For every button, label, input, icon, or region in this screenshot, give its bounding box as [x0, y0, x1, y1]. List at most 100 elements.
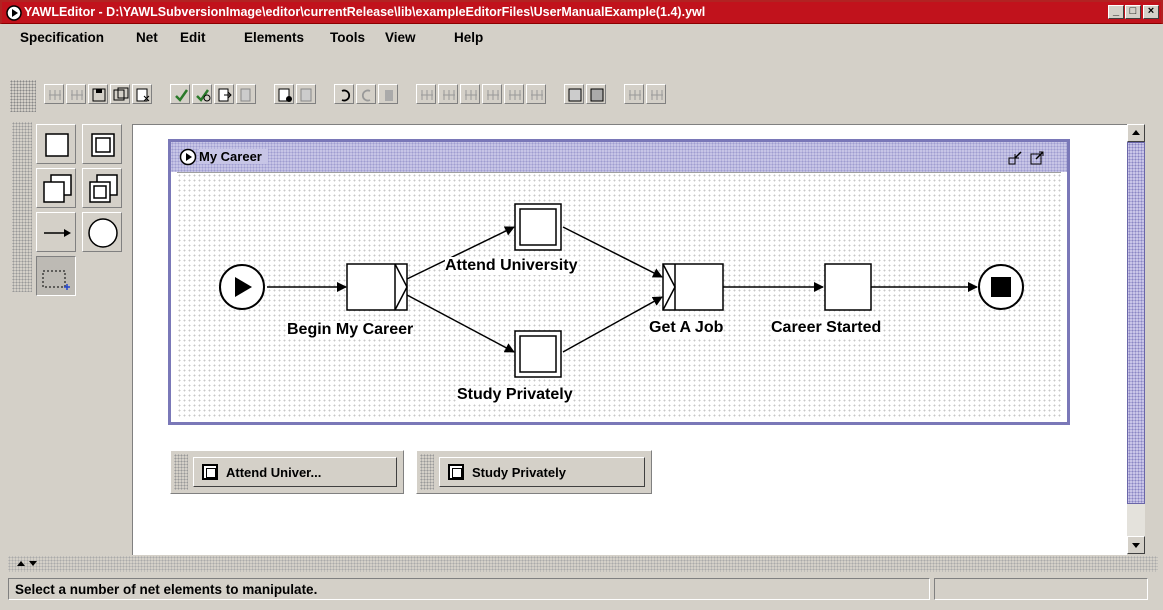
task-study-privately[interactable] [514, 330, 562, 378]
zoom-button[interactable] [564, 84, 584, 104]
menu-view[interactable]: View [385, 30, 416, 45]
restore-study-button[interactable]: Study Privately [439, 457, 645, 487]
label-attend-university: Attend University [445, 257, 578, 275]
net-frame-my-career[interactable]: My Career Begin My Career Attend Univers… [168, 139, 1070, 425]
window-title: YAWLEditor - D:\YAWLSubversionImage\edit… [24, 5, 706, 19]
net-canvas[interactable]: Begin My Career Attend University Study … [177, 172, 1061, 419]
import-icon [240, 88, 251, 102]
validate-button[interactable] [170, 84, 190, 104]
align-right-button[interactable] [526, 84, 546, 104]
align-bottom-icon [465, 90, 477, 100]
net-graph [219, 203, 1024, 378]
align-middle-button[interactable] [438, 84, 458, 104]
align-bottom-button[interactable] [460, 84, 480, 104]
frame-grip [174, 454, 188, 490]
close-spec-button[interactable] [132, 84, 152, 104]
align-center-button[interactable] [504, 84, 524, 104]
scroll-up-button[interactable] [1127, 124, 1145, 142]
minimized-frame-study[interactable]: Study Privately [416, 450, 652, 494]
import-button[interactable] [236, 84, 256, 104]
label-career-started: Career Started [771, 319, 882, 337]
new-spec-button[interactable] [44, 84, 64, 104]
net-start-icon [179, 148, 197, 166]
palette-grip[interactable] [12, 122, 32, 292]
toolbar-grip[interactable] [10, 80, 36, 112]
remove-net-button[interactable] [296, 84, 316, 104]
splitter-arrows-icon[interactable] [16, 558, 40, 568]
task-career-started[interactable] [824, 263, 872, 311]
condition-tool[interactable] [82, 212, 122, 252]
task-begin-my-career[interactable] [346, 263, 408, 311]
minimize-button[interactable]: _ [1108, 5, 1124, 19]
save-spec-button[interactable] [88, 84, 108, 104]
save-as-icon [113, 87, 129, 101]
open-spec-button[interactable] [66, 84, 86, 104]
align-top-icon [421, 90, 433, 100]
menu-bar: Specification Net Edit Elements Tools Vi… [0, 24, 1163, 50]
align-top-button[interactable] [416, 84, 436, 104]
condition-icon [88, 218, 118, 248]
menu-help[interactable]: Help [454, 30, 483, 45]
minimized-label-study: Study Privately [472, 465, 566, 480]
net-frame-title: My Career [199, 149, 268, 164]
maximize-button[interactable]: □ [1125, 5, 1141, 19]
analyse-button[interactable] [192, 84, 212, 104]
save-as-button[interactable] [110, 84, 130, 104]
minimized-frame-attend[interactable]: Attend Univer... [170, 450, 404, 494]
menu-tools[interactable]: Tools [330, 30, 365, 45]
input-condition[interactable] [219, 264, 265, 310]
menu-net[interactable]: Net [136, 30, 158, 45]
flow-begin-study[interactable] [406, 294, 515, 353]
flow-study-job[interactable] [562, 296, 663, 353]
zoom-selected-button[interactable] [586, 84, 606, 104]
menu-specification[interactable]: Specification [20, 30, 104, 45]
yawl-app-icon [6, 5, 22, 21]
multiple-composite-task-tool[interactable] [82, 168, 122, 208]
new-net-icon [278, 88, 292, 102]
flow-relation-tool[interactable] [36, 212, 76, 252]
scroll-down-button[interactable] [1127, 536, 1145, 554]
marquee-select-tool[interactable] [36, 256, 76, 296]
net-frame-titlebar[interactable]: My Career [171, 142, 1067, 172]
menu-edit[interactable]: Edit [180, 30, 206, 45]
multiple-atomic-task-tool[interactable] [36, 168, 76, 208]
task-attend-university[interactable] [514, 203, 562, 251]
label-get-a-job: Get A Job [649, 319, 724, 337]
atomic-task-tool[interactable] [36, 124, 76, 164]
analyse-icon [196, 89, 211, 102]
flow-attend-job[interactable] [562, 226, 663, 278]
restore-attend-button[interactable]: Attend Univer... [193, 457, 397, 487]
frame-grip [420, 454, 434, 490]
add-visible-button[interactable] [624, 84, 644, 104]
maximize-frame-icon[interactable] [1029, 150, 1045, 166]
redo-icon [362, 89, 371, 102]
split-pane-divider[interactable] [8, 556, 1158, 572]
align-left-button[interactable] [482, 84, 502, 104]
multiple-atomic-task-icon [43, 174, 72, 203]
status-message: Select a number of net elements to manip… [8, 578, 930, 600]
open-spec-icon [71, 90, 83, 100]
redo-button[interactable] [356, 84, 376, 104]
align-left-icon [487, 90, 499, 100]
scroll-thumb[interactable] [1127, 142, 1145, 504]
export-button[interactable] [214, 84, 234, 104]
add-visible-icon [629, 90, 641, 100]
minimize-frame-icon[interactable] [1007, 150, 1023, 166]
atomic-task-icon [45, 133, 69, 157]
composite-task-tool[interactable] [82, 124, 122, 164]
output-condition[interactable] [978, 264, 1024, 310]
align-middle-icon [443, 90, 455, 100]
align-center-icon [509, 90, 521, 100]
minimized-label-attend: Attend Univer... [226, 465, 322, 480]
undo-icon [341, 89, 350, 102]
label-study-privately: Study Privately [457, 386, 573, 404]
menu-elements[interactable]: Elements [244, 30, 304, 45]
close-button[interactable]: × [1143, 5, 1159, 19]
remove-visible-button[interactable] [646, 84, 666, 104]
vertical-scrollbar[interactable] [1127, 124, 1145, 554]
arrow-up-icon [1132, 130, 1140, 135]
undo-button[interactable] [334, 84, 354, 104]
new-net-button[interactable] [274, 84, 294, 104]
task-get-a-job[interactable] [662, 263, 724, 311]
delete-button[interactable] [378, 84, 398, 104]
